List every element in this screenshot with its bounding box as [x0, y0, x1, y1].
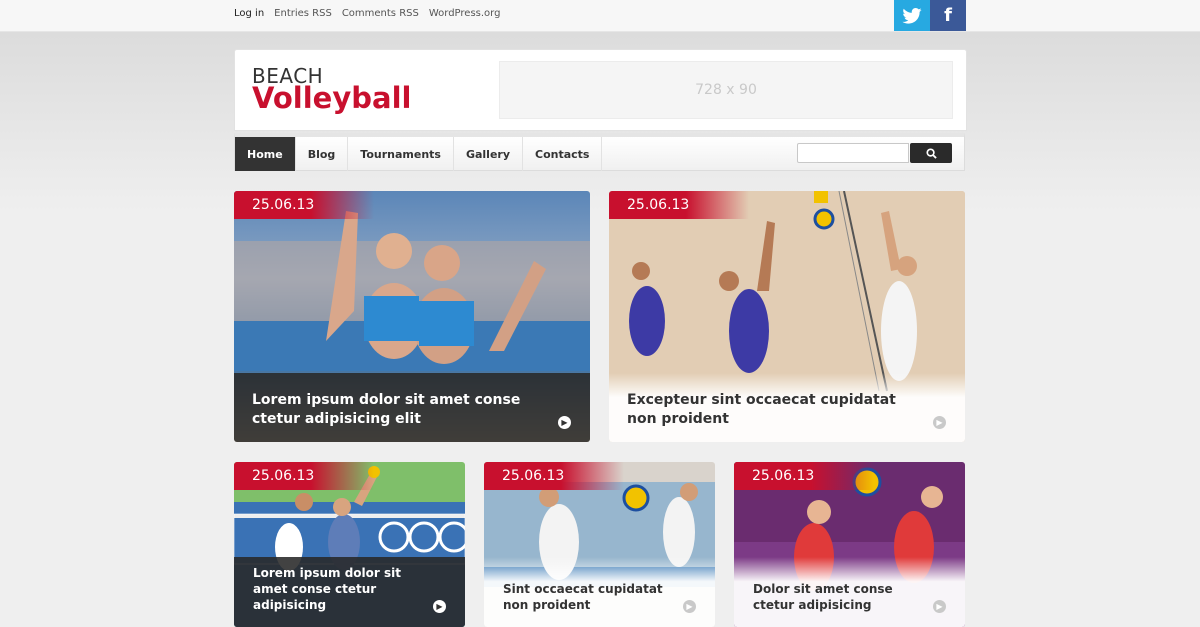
entries-rss-link[interactable]: Entries RSS [274, 8, 332, 19]
post-caption-1: Lorem ipsum dolor sit amet conse ctetur … [234, 373, 590, 442]
chevron-right-icon[interactable]: ▶ [683, 600, 696, 613]
post-date-5: 25.06.13 [734, 462, 875, 490]
nav-blog[interactable]: Blog [296, 137, 349, 171]
twitter-icon[interactable] [894, 0, 930, 31]
site-header: BEACH Volleyball 728 x 90 [234, 49, 967, 131]
post-title-4[interactable]: Sint occaecat cupidatat non proident [503, 581, 678, 613]
post-title-5[interactable]: Dolor sit amet conse ctetur adipisicing [753, 581, 928, 613]
nav-tournaments[interactable]: Tournaments [348, 137, 454, 171]
post-title-3[interactable]: Lorem ipsum dolor sit amet conse ctetur … [253, 565, 428, 613]
nav-contacts[interactable]: Contacts [523, 137, 603, 171]
post-title-2[interactable]: Excepteur sint occaecat cupidatat non pr… [627, 391, 927, 429]
social-links: f [894, 0, 966, 31]
post-card-4[interactable]: 25.06.13 Sint occaecat cupidatat non pro… [484, 462, 715, 627]
post-card-1[interactable]: 25.06.13 Lorem ipsum dolor sit amet cons… [234, 191, 590, 442]
chevron-right-icon[interactable]: ▶ [933, 600, 946, 613]
ad-banner[interactable]: 728 x 90 [499, 61, 953, 119]
comments-rss-link[interactable]: Comments RSS [342, 8, 419, 19]
logo-line2: Volleyball [252, 81, 412, 115]
top-bar: Log in Entries RSS Comments RSS WordPres… [0, 0, 1200, 32]
chevron-right-icon[interactable]: ▶ [933, 416, 946, 429]
top-links: Log in Entries RSS Comments RSS WordPres… [234, 8, 500, 19]
search-input[interactable] [797, 143, 909, 163]
chevron-right-icon[interactable]: ▶ [558, 416, 571, 429]
search-icon [925, 147, 937, 159]
post-caption-2: Excepteur sint occaecat cupidatat non pr… [609, 373, 965, 442]
post-caption-5: Dolor sit amet conse ctetur adipisicing … [734, 557, 965, 627]
nav-home[interactable]: Home [235, 137, 296, 171]
post-date-1: 25.06.13 [234, 191, 375, 219]
login-link[interactable]: Log in [234, 8, 264, 19]
post-card-2[interactable]: 25.06.13 Excepteur sint occaecat cupidat… [609, 191, 965, 442]
nav-gallery[interactable]: Gallery [454, 137, 524, 171]
main-nav: Home Blog Tournaments Gallery Contacts [234, 133, 965, 171]
search-button[interactable] [910, 143, 952, 163]
site-logo[interactable]: BEACH Volleyball [252, 66, 411, 113]
wordpress-link[interactable]: WordPress.org [429, 8, 501, 19]
search-form [797, 143, 952, 163]
post-caption-4: Sint occaecat cupidatat non proident ▶ [484, 557, 715, 627]
post-card-5[interactable]: 25.06.13 Dolor sit amet conse ctetur adi… [734, 462, 965, 627]
post-caption-3: Lorem ipsum dolor sit amet conse ctetur … [234, 557, 465, 627]
facebook-icon[interactable]: f [930, 0, 966, 31]
chevron-right-icon[interactable]: ▶ [433, 600, 446, 613]
post-date-4: 25.06.13 [484, 462, 625, 490]
post-title-1[interactable]: Lorem ipsum dolor sit amet conse ctetur … [252, 391, 552, 429]
post-card-3[interactable]: 25.06.13 Lorem ipsum dolor sit amet cons… [234, 462, 465, 627]
post-date-2: 25.06.13 [609, 191, 750, 219]
post-date-3: 25.06.13 [234, 462, 375, 490]
